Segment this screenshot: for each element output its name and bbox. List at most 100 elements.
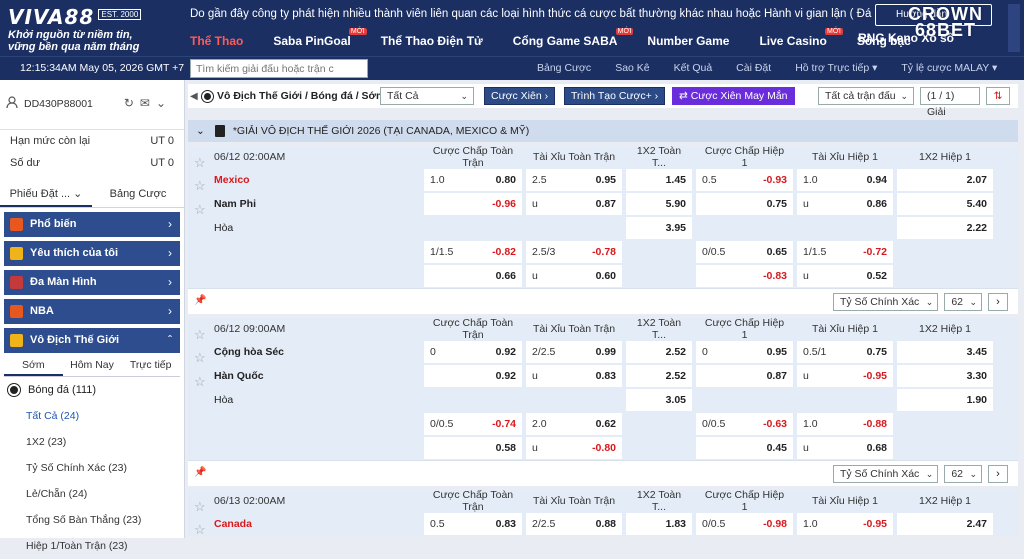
time-tab-0[interactable]: Sớm xyxy=(4,355,63,376)
sub-link-2[interactable]: Kết Quả xyxy=(674,62,713,74)
filter-item[interactable]: Tất Cả (24) xyxy=(0,403,184,429)
odds-cell[interactable]: 1.0 0.94 xyxy=(797,169,893,191)
odds-cell[interactable]: 0.5 0.83 xyxy=(424,513,522,535)
odds-cell[interactable]: 2.22 xyxy=(897,217,993,239)
odds-cell[interactable]: 0.5/1 0.75 xyxy=(797,341,893,363)
menu-item-3[interactable]: NBA › xyxy=(4,299,180,324)
odds-cell[interactable]: 0.92 xyxy=(424,365,522,387)
header-scrollbar[interactable] xyxy=(1008,4,1020,52)
lucky-parlay-button[interactable]: ⇄ Cược Xiên May Mắn xyxy=(672,87,795,105)
odds-cell[interactable]: u 0.68 xyxy=(797,437,893,459)
nav-1[interactable]: Saba PinGoal MỚI xyxy=(273,28,367,48)
odds-cell[interactable]: 1.0 -0.88 xyxy=(797,413,893,435)
menu-item-0[interactable]: Phổ biến › xyxy=(4,212,180,237)
odds-cell[interactable]: 5.90 xyxy=(626,193,692,215)
menu-item-1[interactable]: Yêu thích của tôi › xyxy=(4,241,180,266)
odds-cell[interactable]: 1.90 xyxy=(897,389,993,411)
sport-soccer[interactable]: Bóng đá (111) xyxy=(0,377,184,403)
odds-cell[interactable]: 2.07 xyxy=(897,169,993,191)
nav-4[interactable]: Number Game xyxy=(647,34,729,48)
pin-icon[interactable]: 📌 xyxy=(194,295,206,306)
odds-cell[interactable]: 0.5 -0.93 xyxy=(696,169,793,191)
mail-icon[interactable]: ✉ xyxy=(140,96,156,110)
nav-0[interactable]: Thể Thao xyxy=(190,34,243,48)
parlay-button[interactable]: Cược Xiên › xyxy=(484,87,556,105)
filter-item[interactable]: 1X2 (23) xyxy=(0,429,184,455)
odds-cell[interactable]: 0/0.5 -0.98 xyxy=(696,513,793,535)
star-icon[interactable]: ☆ xyxy=(194,155,206,171)
filter-item[interactable]: Tổng Số Bàn Thắng (23) xyxy=(0,507,184,533)
star-icon[interactable]: ☆ xyxy=(194,499,206,515)
odds-cell[interactable]: 0.45 xyxy=(696,437,793,459)
odds-cell[interactable]: u -0.80 xyxy=(526,437,622,459)
odds-cell[interactable]: u 0.86 xyxy=(797,193,893,215)
odds-cell[interactable]: u 0.87 xyxy=(526,193,622,215)
brand-logo[interactable]: VIVA88 EST. 2000 Khởi nguồn từ niềm tin, … xyxy=(8,5,142,53)
match-filter-select[interactable]: Tất cả trận đấu ⌄ xyxy=(818,87,914,105)
market-count-select[interactable]: 62 ⌄ xyxy=(944,292,982,311)
odds-cell[interactable]: 0.58 xyxy=(424,437,522,459)
odds-cell[interactable]: u 0.52 xyxy=(797,265,893,287)
odds-cell[interactable]: 0.66 xyxy=(424,265,522,287)
sub-link-3[interactable]: Cài Đặt xyxy=(736,62,771,74)
odds-cell[interactable]: 2.5/3 -0.78 xyxy=(526,241,622,263)
filter-item[interactable]: Tỷ Số Chính Xác (23) xyxy=(0,455,184,481)
odds-cell[interactable]: 1.0 -0.95 xyxy=(797,513,893,535)
menu-item-4[interactable]: Vô Địch Thế Giới ˆ xyxy=(4,328,180,353)
odds-cell[interactable]: 1.83 xyxy=(626,513,692,535)
odds-cell[interactable]: 0.75 xyxy=(696,193,793,215)
odds-cell[interactable]: 2.52 xyxy=(626,365,692,387)
nav-2[interactable]: Thể Thao Điện Tử xyxy=(381,34,483,48)
odds-cell[interactable]: 2.5 0.95 xyxy=(526,169,622,191)
odds-cell[interactable]: 1.45 xyxy=(626,169,692,191)
odds-cell[interactable]: 0 0.95 xyxy=(696,341,793,363)
pin-icon[interactable]: 📌 xyxy=(194,467,206,478)
announcement-marquee[interactable]: Do gần đây công ty phát hiện nhiều thành… xyxy=(190,4,872,24)
sort-icon[interactable]: ⇅ xyxy=(986,87,1010,105)
star-icon[interactable]: ☆ xyxy=(194,350,206,366)
sub-link-4[interactable]: Hồ trợ Trực tiếp ▾ xyxy=(795,62,877,74)
page-select[interactable]: (1 / 1) Giải xyxy=(920,87,980,118)
odds-cell[interactable]: -0.96 xyxy=(424,193,522,215)
next-arrow-icon[interactable]: › xyxy=(988,464,1008,483)
nav-5[interactable]: Live Casino MỚI xyxy=(759,28,843,48)
search-input[interactable] xyxy=(190,59,368,78)
odds-cell[interactable]: 2.52 xyxy=(626,341,692,363)
league-header[interactable]: ⌄ *GIẢI VÔ ĐỊCH THẾ GIỚI 2026 (TẠI CANAD… xyxy=(188,120,1018,142)
market-count-select[interactable]: 62 ⌄ xyxy=(944,464,982,483)
time-tab-1[interactable]: Hôm Nay xyxy=(63,355,122,376)
chevron-down-icon[interactable]: ⌄ xyxy=(156,96,172,110)
odds-cell[interactable]: 2/2.5 0.99 xyxy=(526,341,622,363)
nav-3[interactable]: Cổng Game SABA MỚI xyxy=(513,28,634,48)
odds-cell[interactable]: 5.40 xyxy=(897,193,993,215)
odds-cell[interactable]: 3.95 xyxy=(626,217,692,239)
odds-cell[interactable]: u 0.60 xyxy=(526,265,622,287)
more-markets-select[interactable]: Tỷ Số Chính Xác ⌄ xyxy=(832,292,939,311)
menu-item-2[interactable]: Đa Màn Hình › xyxy=(4,270,180,295)
odds-cell[interactable]: -0.83 xyxy=(696,265,793,287)
sub-link-0[interactable]: Bảng Cược xyxy=(537,62,591,74)
star-icon[interactable]: ☆ xyxy=(194,202,206,218)
odds-cell[interactable]: 0/0.5 -0.63 xyxy=(696,413,793,435)
filter-item[interactable]: Hiệp 1/Toàn Trận (23) xyxy=(0,533,184,559)
sub-link-5[interactable]: Tỷ lệ cược MALAY ▾ xyxy=(901,62,997,74)
sub-link-1[interactable]: Sao Kê xyxy=(615,62,649,74)
bet-builder-button[interactable]: Trình Tạo Cược+ › xyxy=(564,87,666,105)
chevron-down-icon[interactable]: ⌄ xyxy=(196,125,205,137)
odds-cell[interactable]: 2.0 0.62 xyxy=(526,413,622,435)
tab-bet-slip[interactable]: Phiếu Đặt ... ⌄ xyxy=(0,182,92,207)
odds-cell[interactable]: 3.30 xyxy=(897,365,993,387)
collapse-left-icon[interactable]: ◀ xyxy=(190,91,200,102)
odds-cell[interactable]: u 0.83 xyxy=(526,365,622,387)
odds-cell[interactable]: 0.87 xyxy=(696,365,793,387)
time-tab-2[interactable]: Trực tiếp xyxy=(121,355,180,376)
odds-cell[interactable]: 0/0.5 0.65 xyxy=(696,241,793,263)
odds-cell[interactable]: 3.05 xyxy=(626,389,692,411)
odds-cell[interactable]: 1/1.5 -0.82 xyxy=(424,241,522,263)
odds-cell[interactable]: 2.47 xyxy=(897,513,993,535)
odds-cell[interactable]: 0 0.92 xyxy=(424,341,522,363)
odds-cell[interactable]: 3.45 xyxy=(897,341,993,363)
odds-cell[interactable]: 0/0.5 -0.74 xyxy=(424,413,522,435)
refresh-icon[interactable]: ↻ xyxy=(124,96,140,110)
odds-cell[interactable]: 2/2.5 0.88 xyxy=(526,513,622,535)
